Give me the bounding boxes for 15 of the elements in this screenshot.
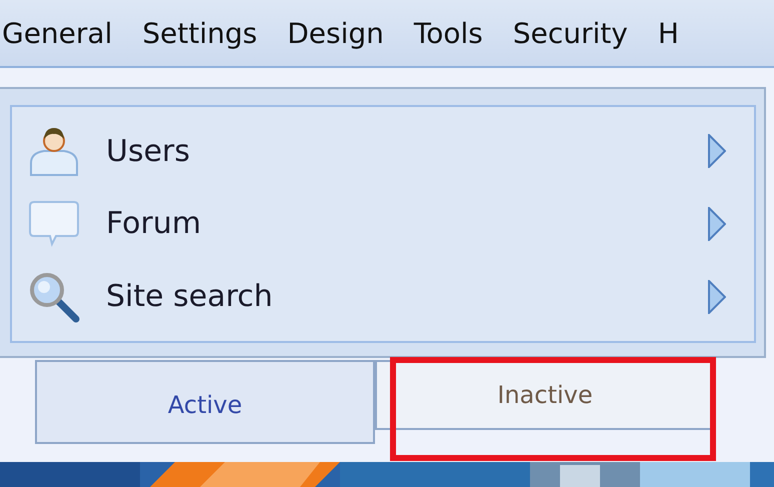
menu-item[interactable]: General [2,16,112,50]
menu-item[interactable]: Design [287,16,384,50]
search-icon [28,270,80,323]
menu-item[interactable]: H [658,16,679,50]
arrow-icon[interactable] [708,280,726,314]
tab[interactable]: Active [35,360,375,444]
arrow-icon[interactable] [708,206,726,241]
user-icon [28,125,80,178]
menu-item[interactable]: Settings [142,16,258,50]
menu-entry[interactable]: Site search [106,279,708,314]
menu-item[interactable]: Security [512,16,628,50]
menu-entry[interactable]: Forum [106,206,708,242]
menu-entry[interactable]: Users [106,134,708,169]
menu-item[interactable]: Tools [414,16,483,50]
arrow-icon[interactable] [708,134,726,168]
